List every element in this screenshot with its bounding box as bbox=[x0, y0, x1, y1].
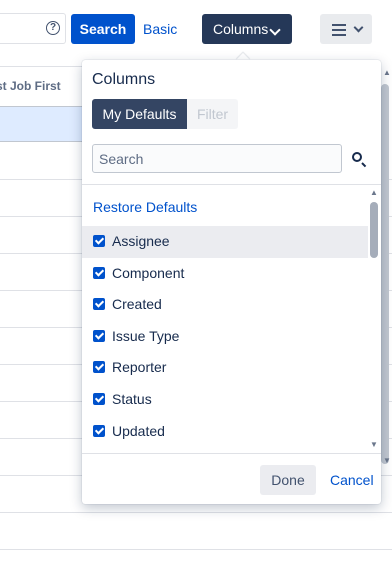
basic-mode-link[interactable]: Basic bbox=[143, 21, 177, 37]
tab-my-defaults[interactable]: My Defaults bbox=[92, 99, 187, 129]
checkbox-checked[interactable] bbox=[93, 392, 105, 405]
checkbox-checked[interactable] bbox=[93, 298, 105, 311]
checkbox-checked[interactable] bbox=[93, 329, 105, 342]
list-item[interactable]: Issue Type bbox=[82, 321, 368, 353]
page-scrollbar[interactable] bbox=[381, 84, 389, 464]
checkbox-checked[interactable] bbox=[93, 361, 105, 374]
hamburger-icon bbox=[332, 24, 346, 39]
column-search-input[interactable] bbox=[92, 144, 342, 173]
columns-dropdown: Columns My Defaults Filter Restore Defau… bbox=[82, 60, 381, 504]
restore-defaults-link[interactable]: Restore Defaults bbox=[93, 199, 197, 215]
list-item-label: Assignee bbox=[112, 233, 170, 249]
done-button[interactable]: Done bbox=[260, 465, 316, 495]
list-item[interactable]: Created bbox=[82, 289, 368, 321]
list-item-label: Issue Type bbox=[112, 327, 180, 344]
divider bbox=[82, 184, 381, 185]
list-item-label: Updated bbox=[112, 422, 165, 439]
search-icon[interactable] bbox=[352, 152, 362, 162]
checkbox-checked[interactable] bbox=[93, 424, 105, 437]
list-item[interactable]: Updated bbox=[82, 416, 368, 448]
table-row-divider bbox=[0, 549, 392, 550]
list-item[interactable]: Component bbox=[82, 258, 368, 290]
view-options-button[interactable] bbox=[320, 14, 372, 44]
table-row-divider bbox=[0, 512, 392, 513]
list-item-label: Status bbox=[112, 390, 152, 407]
divider bbox=[82, 453, 381, 454]
dropdown-title: Columns bbox=[92, 71, 156, 88]
scroll-down-arrow[interactable]: ▼ bbox=[383, 456, 391, 465]
list-item[interactable]: Status bbox=[82, 384, 368, 416]
list-scroll-down-arrow[interactable]: ▼ bbox=[370, 440, 378, 449]
column-list: Assignee Component Created Issue Type Re… bbox=[82, 226, 368, 447]
table-column-header[interactable]: st Job First bbox=[0, 66, 82, 106]
list-scrollbar-thumb[interactable] bbox=[370, 202, 378, 258]
list-item-label: Created bbox=[112, 296, 162, 313]
list-item-label: Component bbox=[112, 264, 185, 281]
cancel-button[interactable]: Cancel bbox=[330, 472, 374, 488]
list-item[interactable]: Assignee bbox=[82, 226, 368, 258]
search-button[interactable]: Search bbox=[71, 14, 135, 44]
table-row-selected[interactable] bbox=[0, 106, 82, 142]
checkbox-checked[interactable] bbox=[93, 235, 105, 247]
scroll-up-arrow[interactable]: ▲ bbox=[383, 68, 391, 77]
help-icon[interactable]: ? bbox=[46, 21, 60, 35]
chevron-down-icon bbox=[269, 24, 281, 36]
chevron-down-icon bbox=[353, 22, 364, 33]
columns-button[interactable]: Columns bbox=[202, 14, 292, 44]
columns-button-label: Columns bbox=[213, 21, 269, 37]
list-item-label: Reporter bbox=[112, 359, 167, 376]
jql-search-input[interactable]: ? bbox=[0, 13, 66, 44]
checkbox-checked[interactable] bbox=[93, 266, 105, 279]
list-scroll-up-arrow[interactable]: ▲ bbox=[370, 188, 378, 197]
tab-filter[interactable]: Filter bbox=[187, 99, 238, 129]
list-item[interactable]: Reporter bbox=[82, 352, 368, 384]
